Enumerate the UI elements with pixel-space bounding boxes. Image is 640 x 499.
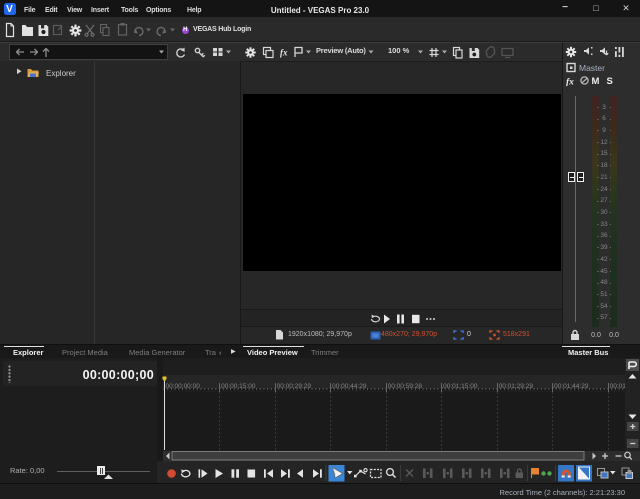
svg-text:fx: fx xyxy=(280,47,288,57)
svg-text:fx: fx xyxy=(566,78,574,87)
svg-text:Master: Master xyxy=(579,63,605,73)
svg-text:M: M xyxy=(592,76,600,86)
svg-text:S: S xyxy=(607,76,613,86)
